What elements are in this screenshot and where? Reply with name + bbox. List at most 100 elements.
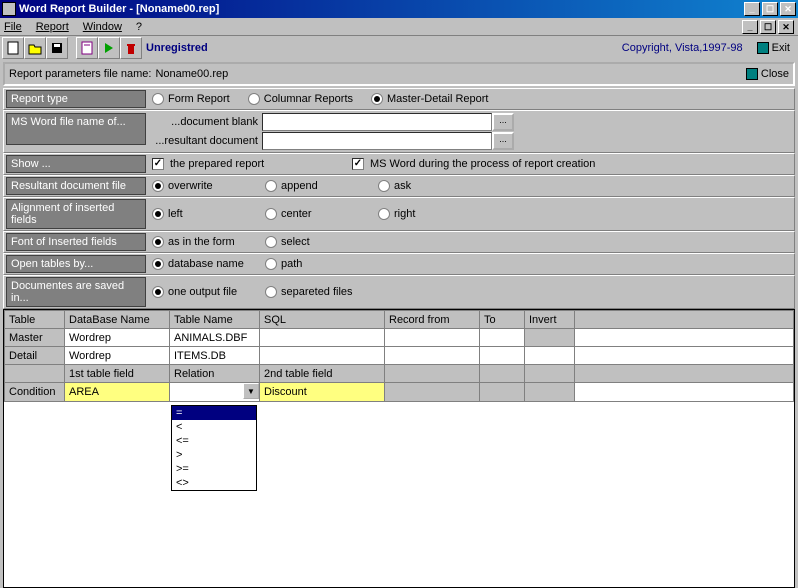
radio-form-report[interactable]: Form Report: [152, 93, 230, 105]
radio-center[interactable]: center: [265, 208, 360, 220]
h-rec: Record from: [385, 311, 480, 329]
h-table: Table: [5, 311, 65, 329]
row-master[interactable]: Master Wordrep ANIMALS.DBF: [5, 329, 794, 347]
checkbox-prepared[interactable]: [152, 158, 164, 170]
cell-area[interactable]: AREA: [65, 383, 170, 402]
cell-master: Master: [5, 329, 65, 347]
radio-right[interactable]: right: [378, 208, 415, 220]
cell-detail-db[interactable]: Wordrep: [65, 347, 170, 365]
exit-icon: [757, 42, 769, 54]
row-font: Font of Inserted fields as in the form s…: [3, 231, 795, 253]
menu-file[interactable]: File: [4, 21, 22, 33]
cell-detail: Detail: [5, 347, 65, 365]
row-filename: MS Word file name of... ...document blan…: [3, 110, 795, 153]
run-icon[interactable]: [98, 37, 120, 59]
row-show: Show ... the prepared report MS Word dur…: [3, 153, 795, 175]
radio-font-form[interactable]: as in the form: [152, 236, 247, 248]
dropdown-opt-le[interactable]: <=: [172, 434, 256, 448]
window-title: Word Report Builder - [Noname00.rep]: [19, 3, 744, 15]
label-open-tables: Open tables by...: [6, 255, 146, 273]
unregistred-label: Unregistred: [146, 42, 208, 54]
cell-master-tbl[interactable]: ANIMALS.DBF: [170, 329, 260, 347]
cell-relation[interactable]: ▼: [170, 383, 260, 402]
params-value: Noname00.rep: [155, 68, 228, 80]
radio-overwrite[interactable]: overwrite: [152, 180, 247, 192]
app-icon: [2, 2, 16, 16]
door-icon: [746, 68, 758, 80]
mdi-close-button[interactable]: ✕: [778, 20, 794, 34]
row-condition[interactable]: Condition AREA ▼ Discount: [5, 383, 794, 402]
menu-report[interactable]: Report: [36, 21, 69, 33]
dropdown-opt-ge[interactable]: >=: [172, 462, 256, 476]
new-icon[interactable]: [2, 37, 24, 59]
menu-window[interactable]: Window: [83, 21, 122, 33]
radio-ask[interactable]: ask: [378, 180, 411, 192]
radio-path[interactable]: path: [265, 258, 302, 270]
radio-master-detail[interactable]: Master-Detail Report: [371, 93, 488, 105]
params-label: Report parameters file name:: [9, 68, 151, 80]
cell-detail-tbl[interactable]: ITEMS.DB: [170, 347, 260, 365]
maximize-button[interactable]: ☐: [762, 2, 778, 16]
radio-icon: [152, 93, 164, 105]
toolbar: Unregistred Copyright, Vista,1997-98 Exi…: [0, 36, 798, 60]
browse-blank-button[interactable]: ...: [492, 113, 514, 131]
label-report-type: Report type: [6, 90, 146, 108]
dropdown-opt-ne[interactable]: <>: [172, 476, 256, 490]
grid-header: Table DataBase Name Table Name SQL Recor…: [5, 311, 794, 329]
h-inv: Invert: [525, 311, 575, 329]
label-resultant: Resultant document file: [6, 177, 146, 195]
h-to: To: [480, 311, 525, 329]
row-resultant: Resultant document file overwrite append…: [3, 175, 795, 197]
mdi-maximize-button[interactable]: ☐: [760, 20, 776, 34]
relation-dropdown[interactable]: = < <= > >= <>: [171, 405, 257, 491]
menu-help[interactable]: ?: [136, 21, 142, 33]
label-msword: MS Word during the process of report cre…: [370, 158, 595, 170]
chevron-down-icon[interactable]: ▼: [243, 383, 259, 399]
cell-master-db[interactable]: Wordrep: [65, 329, 170, 347]
open-icon[interactable]: [24, 37, 46, 59]
params-close-button[interactable]: Close: [746, 68, 789, 80]
label-alignment: Alignment of inserted fields: [6, 199, 146, 229]
minimize-button[interactable]: _: [744, 2, 760, 16]
h-db: DataBase Name: [65, 311, 170, 329]
row-alignment: Alignment of inserted fields left center…: [3, 197, 795, 231]
window-controls: _ ☐ ✕: [744, 2, 796, 16]
label-resultant-doc: ...resultant document: [152, 135, 262, 147]
report-icon[interactable]: [76, 37, 98, 59]
radio-font-select[interactable]: select: [265, 236, 310, 248]
row-detail[interactable]: Detail Wordrep ITEMS.DB: [5, 347, 794, 365]
delete-icon[interactable]: [120, 37, 142, 59]
input-doc-blank[interactable]: [262, 113, 492, 131]
radio-separated[interactable]: separeted files: [265, 286, 353, 298]
save-icon[interactable]: [46, 37, 68, 59]
dropdown-opt-eq[interactable]: =: [172, 406, 256, 420]
cell-discount[interactable]: Discount: [260, 383, 385, 402]
row-report-type: Report type Form Report Columnar Reports…: [3, 88, 795, 110]
mdi-minimize-button[interactable]: _: [742, 20, 758, 34]
radio-dbname[interactable]: database name: [152, 258, 247, 270]
dropdown-opt-lt[interactable]: <: [172, 420, 256, 434]
close-button[interactable]: ✕: [780, 2, 796, 16]
row-open-tables: Open tables by... database name path: [3, 253, 795, 275]
input-resultant-doc[interactable]: [262, 132, 492, 150]
radio-one-file[interactable]: one output file: [152, 286, 247, 298]
radio-icon: [371, 93, 383, 105]
radio-icon: [248, 93, 260, 105]
label-doc-blank: ...document blank: [152, 116, 262, 128]
radio-columnar[interactable]: Columnar Reports: [248, 93, 353, 105]
radio-append[interactable]: append: [265, 180, 360, 192]
radio-left[interactable]: left: [152, 208, 247, 220]
label-font: Font of Inserted fields: [6, 233, 146, 251]
browse-resultant-button[interactable]: ...: [492, 132, 514, 150]
label-prepared: the prepared report: [170, 158, 264, 170]
label-docs-saved: Documentes are saved in...: [6, 277, 146, 307]
h-2nd: 2nd table field: [260, 365, 385, 383]
title-bar: Word Report Builder - [Noname00.rep] _ ☐…: [0, 0, 798, 18]
close-label: Close: [761, 68, 789, 80]
exit-button[interactable]: Exit: [751, 37, 796, 59]
params-row: Report parameters file name: Noname00.re…: [3, 62, 795, 86]
checkbox-msword[interactable]: [352, 158, 364, 170]
dropdown-opt-gt[interactable]: >: [172, 448, 256, 462]
label-filename: MS Word file name of...: [6, 113, 146, 145]
h-tname: Table Name: [170, 311, 260, 329]
